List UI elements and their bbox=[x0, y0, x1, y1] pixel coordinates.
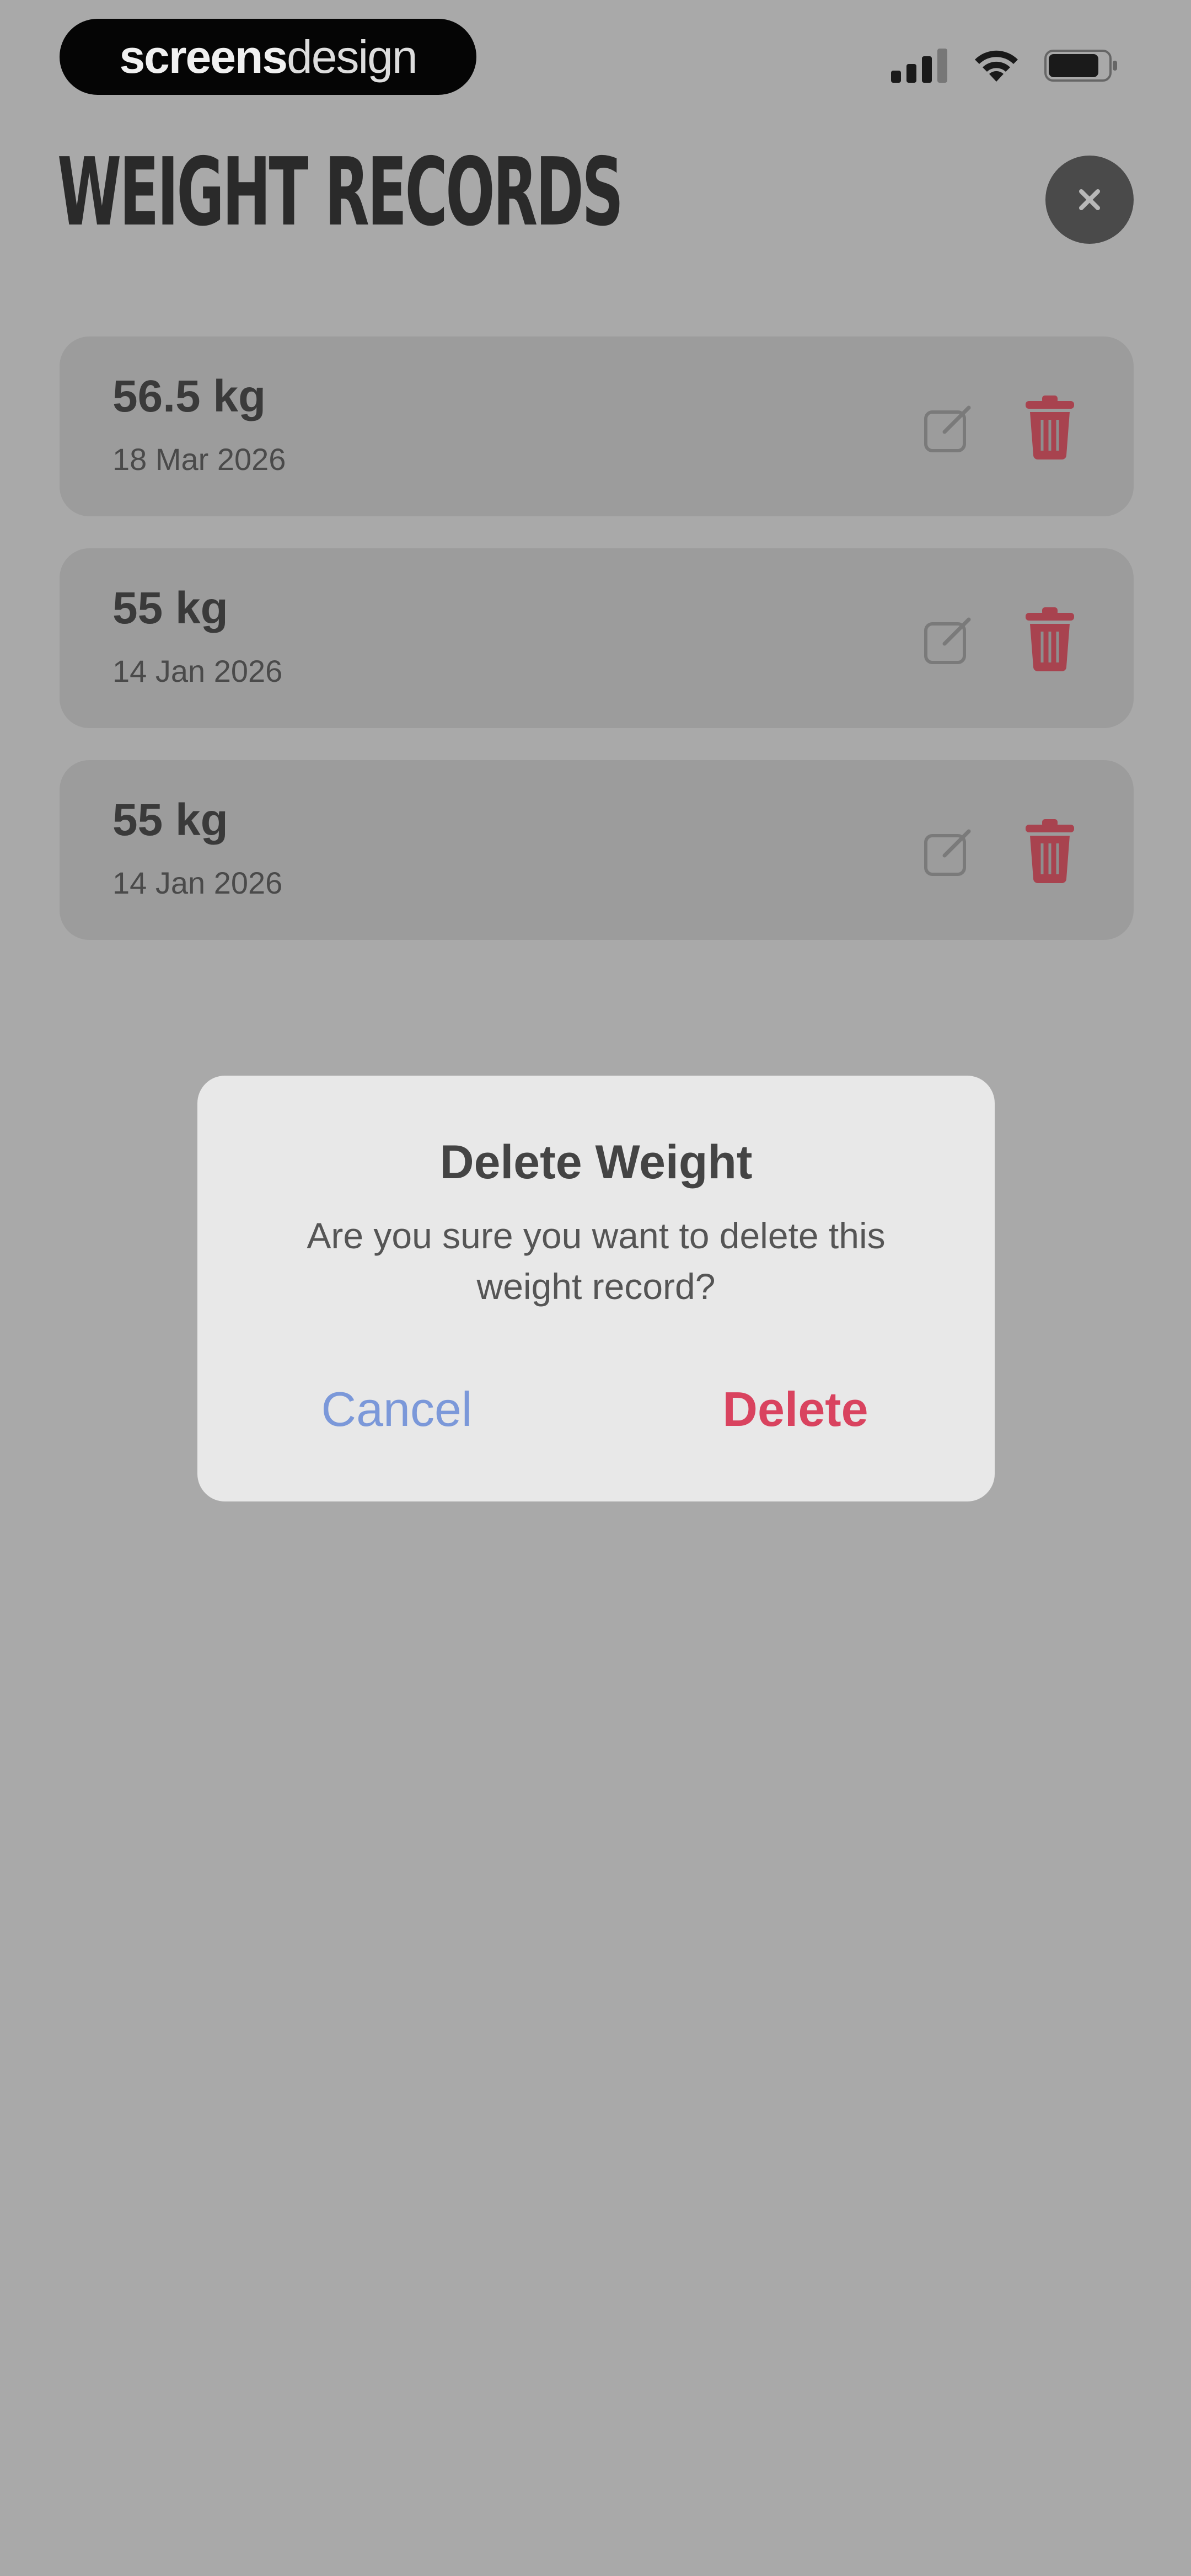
delete-record-button[interactable] bbox=[1017, 815, 1083, 887]
edit-record-button[interactable] bbox=[919, 609, 979, 670]
record-date: 14 Jan 2026 bbox=[112, 654, 283, 688]
status-icons bbox=[891, 46, 1119, 85]
edit-icon bbox=[924, 617, 971, 664]
record-weight: 55 kg bbox=[112, 795, 228, 845]
cellular-signal-icon bbox=[891, 49, 947, 83]
record-weight: 55 kg bbox=[112, 583, 228, 633]
brand-logo-bold: screens bbox=[119, 30, 288, 83]
delete-record-button[interactable] bbox=[1017, 603, 1083, 675]
record-weight: 56.5 kg bbox=[112, 371, 266, 421]
edit-record-button[interactable] bbox=[919, 397, 979, 458]
record-date: 18 Mar 2026 bbox=[112, 442, 286, 477]
weight-records-screen: screens design WEIGHT RECORDS 56.5 kg 18 … bbox=[0, 0, 1191, 2576]
close-button[interactable] bbox=[1045, 156, 1134, 244]
weight-record-list: 56.5 kg 18 Mar 2026 55 kg 14 Jan 2026 55… bbox=[60, 336, 1134, 972]
dialog-title: Delete Weight bbox=[439, 1136, 753, 1189]
weight-record-card: 55 kg 14 Jan 2026 bbox=[60, 760, 1134, 940]
trash-icon bbox=[1026, 396, 1074, 459]
trash-icon bbox=[1026, 607, 1074, 671]
weight-record-card: 55 kg 14 Jan 2026 bbox=[60, 548, 1134, 728]
delete-button[interactable]: Delete bbox=[596, 1373, 995, 1445]
cancel-button[interactable]: Cancel bbox=[197, 1373, 596, 1445]
trash-icon bbox=[1026, 819, 1074, 883]
delete-confirm-dialog: Delete Weight Are you sure you want to d… bbox=[197, 1076, 995, 1501]
edit-icon bbox=[924, 405, 971, 452]
dialog-message: Are you sure you want to delete this wei… bbox=[307, 1215, 886, 1307]
wifi-icon bbox=[975, 50, 1018, 82]
delete-record-button[interactable] bbox=[1017, 392, 1083, 463]
battery-icon bbox=[1044, 50, 1117, 82]
brand-logo: screens design bbox=[60, 19, 476, 95]
close-icon bbox=[1079, 189, 1100, 210]
page-title: WEIGHT RECORDS bbox=[57, 138, 624, 247]
brand-logo-light: design bbox=[287, 30, 418, 83]
weight-record-card: 56.5 kg 18 Mar 2026 bbox=[60, 336, 1134, 516]
edit-icon bbox=[924, 829, 971, 876]
edit-record-button[interactable] bbox=[919, 821, 979, 881]
record-date: 14 Jan 2026 bbox=[112, 865, 283, 900]
